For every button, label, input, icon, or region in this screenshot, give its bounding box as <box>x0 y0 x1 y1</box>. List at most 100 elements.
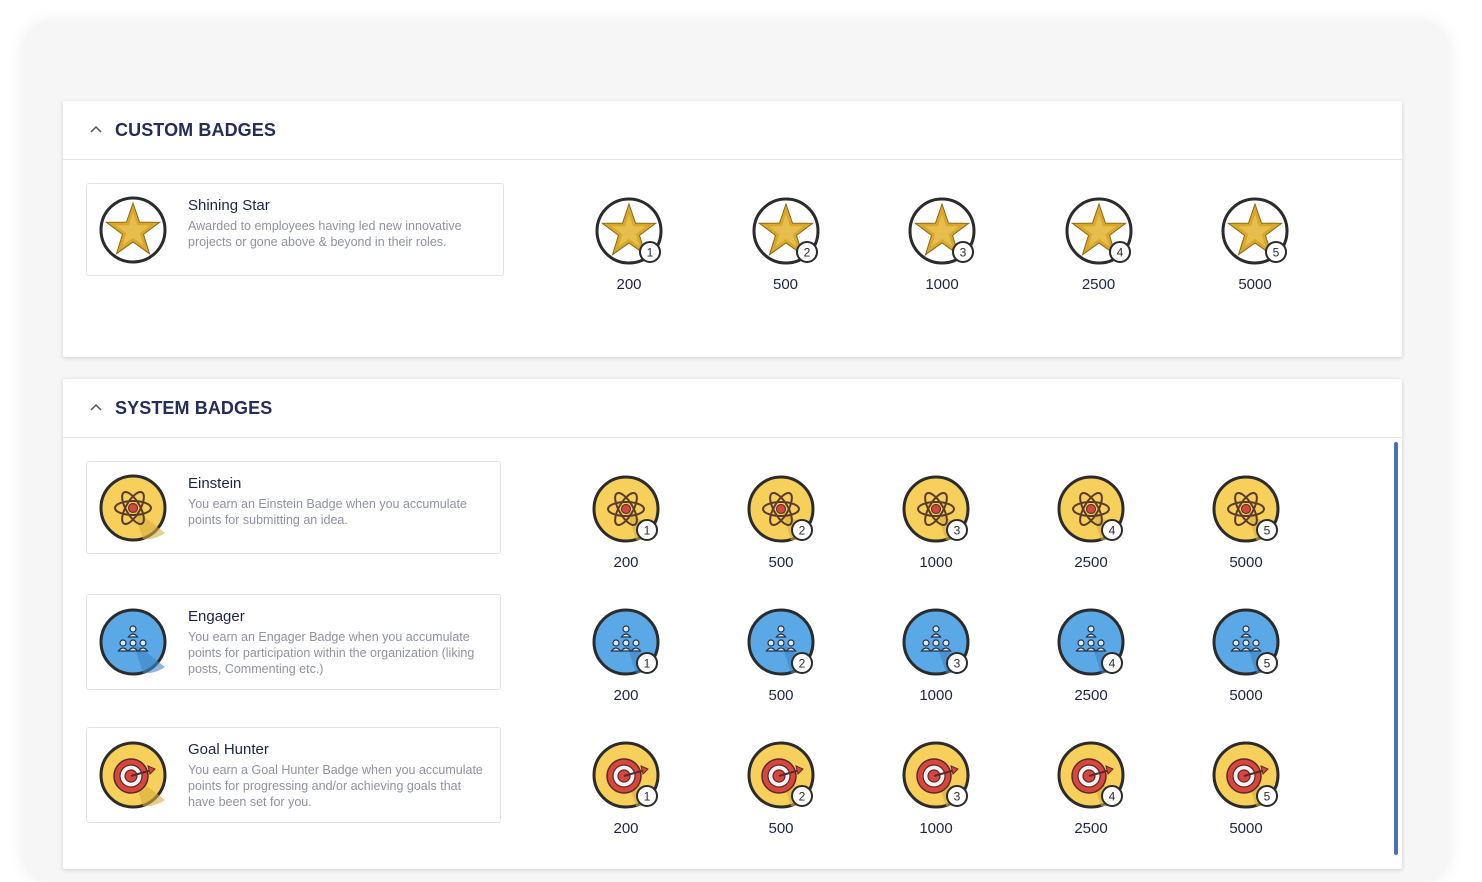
atom-level-badge-icon: 2 <box>747 475 815 543</box>
badge-level-item[interactable]: 5 5000 <box>1191 472 1301 571</box>
level-number: 5 <box>1264 657 1271 671</box>
level-number: 1 <box>647 246 654 260</box>
badge-level-points: 2500 <box>1081 276 1116 293</box>
badge-level-points: 200 <box>613 820 639 837</box>
badge-level-item[interactable]: 4 2500 <box>1036 472 1146 571</box>
badge-level-item[interactable]: 3 1000 <box>881 738 991 837</box>
badge-level-points: 500 <box>772 276 799 293</box>
badge-level-item[interactable]: 4 2500 <box>1036 738 1146 837</box>
badge-description: Awarded to employees having led new inno… <box>188 219 462 249</box>
badge-card[interactable]: Shining Star Awarded to employees having… <box>86 183 504 276</box>
target-level-badge-icon: 3 <box>902 741 970 809</box>
badge-level-item[interactable]: 2 500 <box>726 472 836 571</box>
badge-level-item[interactable]: 4 2500 <box>1036 605 1146 704</box>
badge-level-item[interactable]: 3 1000 <box>881 605 991 704</box>
badge-level-item[interactable]: 5 5000 <box>1191 605 1301 704</box>
level-number: 2 <box>803 246 810 260</box>
target-level-badge-icon: 1 <box>592 741 660 809</box>
target-badge-icon <box>99 741 167 809</box>
badge-level-item[interactable]: 5 5000 <box>1191 738 1301 837</box>
system-badges-header[interactable]: SYSTEM BADGES <box>63 379 1402 438</box>
badge-level-points: 500 <box>768 554 794 571</box>
level-number: 3 <box>954 524 961 538</box>
people-level-badge-icon: 4 <box>1057 608 1125 676</box>
star-level-badge-icon: 2 <box>752 197 819 265</box>
level-number: 4 <box>1109 790 1116 804</box>
badge-level-item[interactable]: 5 5000 <box>1200 194 1310 293</box>
level-number: 4 <box>1109 657 1116 671</box>
badge-level-points: 500 <box>768 687 794 704</box>
level-number: 2 <box>799 657 806 671</box>
custom-badges-panel: CUSTOM BADGES Shining Star Awarded to em… <box>63 101 1402 357</box>
badge-level-points: 5000 <box>1238 276 1272 293</box>
badge-name: Shining Star <box>188 197 270 214</box>
atom-badge-icon <box>99 474 167 542</box>
badge-level-item[interactable]: 3 1000 <box>887 194 997 293</box>
level-number: 5 <box>1264 790 1271 804</box>
level-number: 2 <box>799 524 806 538</box>
scrollbar[interactable] <box>1394 442 1398 855</box>
badge-level-points: 2500 <box>1074 687 1108 704</box>
badge-level-points: 5000 <box>1229 687 1263 704</box>
people-level-badge-icon: 5 <box>1212 608 1280 676</box>
custom-badges-header[interactable]: CUSTOM BADGES <box>63 101 1402 160</box>
panel-title: CUSTOM BADGES <box>115 119 276 140</box>
people-badge-icon <box>99 608 167 676</box>
people-level-badge-icon: 3 <box>902 608 970 676</box>
badge-level-item[interactable]: 1 200 <box>571 472 681 571</box>
badge-level-points: 200 <box>613 554 639 571</box>
badge-level-points: 1000 <box>925 276 959 293</box>
level-number: 3 <box>960 246 967 260</box>
people-level-badge-icon: 2 <box>747 608 815 676</box>
badge-level-item[interactable]: 2 500 <box>726 605 836 704</box>
badge-level-points: 1000 <box>919 820 953 837</box>
badge-card[interactable]: Goal Hunter You earn a Goal Hunter Badge… <box>86 727 501 823</box>
badge-level-points: 5000 <box>1229 820 1263 837</box>
badge-level-item[interactable]: 2 500 <box>726 738 836 837</box>
level-number: 5 <box>1273 246 1280 260</box>
badge-level-points: 200 <box>613 687 639 704</box>
badge-level-points: 2500 <box>1074 554 1108 571</box>
level-number: 4 <box>1109 524 1116 538</box>
badge-row: Shining Star Awarded to employees having… <box>63 161 1402 351</box>
atom-level-badge-icon: 4 <box>1057 475 1125 543</box>
badge-level-item[interactable]: 4 2500 <box>1044 194 1154 293</box>
level-number: 3 <box>954 790 961 804</box>
star-level-badge-icon: 4 <box>1065 197 1132 265</box>
level-number: 4 <box>1116 246 1123 260</box>
badge-level-points: 5000 <box>1229 554 1263 571</box>
level-number: 3 <box>954 657 961 671</box>
badge-row: Engager You earn an Engager Badge when y… <box>63 572 1402 705</box>
system-badges-panel: SYSTEM BADGES Einstein You earn an Einst… <box>63 379 1402 869</box>
badge-description: You earn an Engager Badge when you accum… <box>188 630 475 676</box>
badge-level-points: 200 <box>616 276 642 293</box>
badge-level-item[interactable]: 1 200 <box>574 194 684 293</box>
badge-card[interactable]: Einstein You earn an Einstein Badge when… <box>86 461 501 554</box>
level-number: 5 <box>1264 524 1271 538</box>
level-number: 1 <box>644 524 651 538</box>
level-number: 1 <box>644 790 651 804</box>
star-level-badge-icon: 1 <box>595 197 663 265</box>
badge-row: Einstein You earn an Einstein Badge when… <box>63 439 1402 572</box>
badge-level-points: 1000 <box>919 554 953 571</box>
people-level-badge-icon: 1 <box>592 608 660 676</box>
target-level-badge-icon: 4 <box>1057 741 1125 809</box>
badge-name: Goal Hunter <box>188 741 269 758</box>
badge-level-item[interactable]: 3 1000 <box>881 472 991 571</box>
badge-level-item[interactable]: 2 500 <box>731 194 841 293</box>
level-number: 1 <box>644 657 651 671</box>
badge-level-points: 2500 <box>1074 820 1108 837</box>
badge-card[interactable]: Engager You earn an Engager Badge when y… <box>86 594 501 690</box>
badge-name: Einstein <box>188 475 242 492</box>
target-level-badge-icon: 2 <box>747 741 815 809</box>
target-level-badge-icon: 5 <box>1212 741 1280 809</box>
badge-description: You earn an Einstein Badge when you accu… <box>188 497 467 527</box>
star-badge-icon <box>99 196 167 264</box>
atom-level-badge-icon: 3 <box>902 475 970 543</box>
atom-level-badge-icon: 5 <box>1212 475 1280 543</box>
badge-level-item[interactable]: 1 200 <box>571 605 681 704</box>
atom-level-badge-icon: 1 <box>592 475 660 543</box>
level-number: 2 <box>799 790 806 804</box>
badge-level-points: 1000 <box>919 687 953 704</box>
badge-level-item[interactable]: 1 200 <box>571 738 681 837</box>
